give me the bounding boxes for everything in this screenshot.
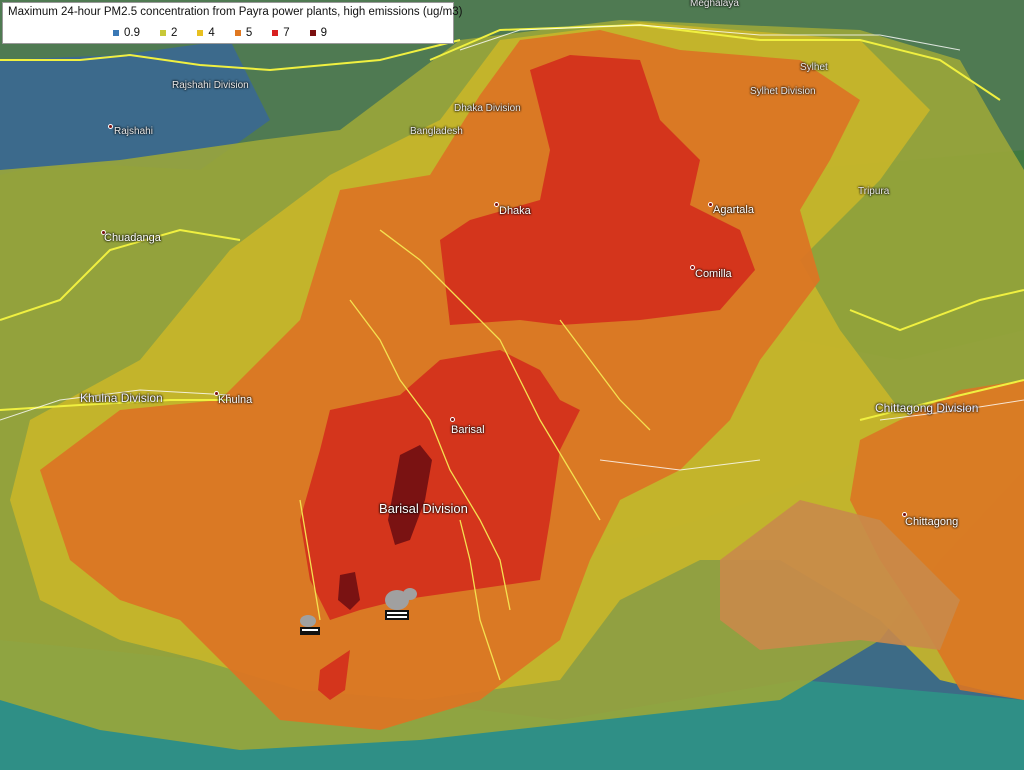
legend-items: 0.9 2 4 5 7 9: [113, 27, 347, 39]
legend-item: 4: [197, 27, 215, 39]
legend-label: 9: [320, 27, 328, 39]
label-dhaka: Dhaka: [499, 205, 531, 217]
legend-item: 7: [272, 27, 290, 39]
label-khulna-division: Khulna Division: [80, 391, 163, 405]
city-marker-rajshahi: [108, 124, 113, 129]
legend-swatch: [234, 30, 241, 36]
map-canvas[interactable]: [0, 0, 1024, 770]
legend-item: 5: [234, 27, 253, 39]
map-legend: Maximum 24-hour PM2.5 concentration from…: [2, 2, 462, 44]
label-bangladesh: Bangladesh: [410, 126, 463, 137]
label-khulna: Khulna: [218, 394, 253, 406]
legend-swatch: [272, 30, 279, 36]
label-agartala: Agartala: [713, 204, 754, 216]
legend-title: Maximum 24-hour PM2.5 concentration from…: [8, 6, 463, 18]
legend-item: 9: [309, 27, 328, 39]
label-meghalaya: Meghalaya: [690, 0, 739, 9]
factory-icon: [403, 588, 417, 600]
legend-swatch: [160, 30, 166, 36]
legend-label: 7: [283, 27, 290, 39]
label-rajshahi: Rajshahi: [114, 126, 153, 137]
legend-swatch: [197, 30, 204, 36]
label-tripura: Tripura: [858, 186, 890, 197]
label-rajshahi-division: Rajshahi Division: [172, 80, 249, 91]
label-barisal: Barisal: [451, 424, 485, 436]
legend-label: 0.9: [124, 27, 140, 39]
legend-label: 5: [245, 27, 253, 39]
label-chittagong: Chittagong: [905, 516, 959, 528]
label-barisal-division: Barisal Division: [379, 501, 468, 516]
legend-label: 2: [171, 27, 178, 39]
label-sylhet: Sylhet: [800, 62, 828, 73]
legend-label: 4: [208, 27, 215, 39]
label-dhaka-division: Dhaka Division: [454, 103, 521, 114]
label-sylhet-division: Sylhet Division: [750, 86, 816, 97]
legend-swatch: [309, 30, 316, 36]
label-chuadanga: Chuadanga: [104, 232, 161, 244]
legend-item: 2: [160, 27, 177, 39]
label-comilla: Comilla: [695, 268, 732, 280]
legend-item: 0.9: [113, 27, 140, 39]
label-chittagong-division: Chittagong Division: [875, 401, 979, 415]
legend-swatch: [113, 30, 119, 36]
city-marker-barisal: [450, 417, 455, 422]
